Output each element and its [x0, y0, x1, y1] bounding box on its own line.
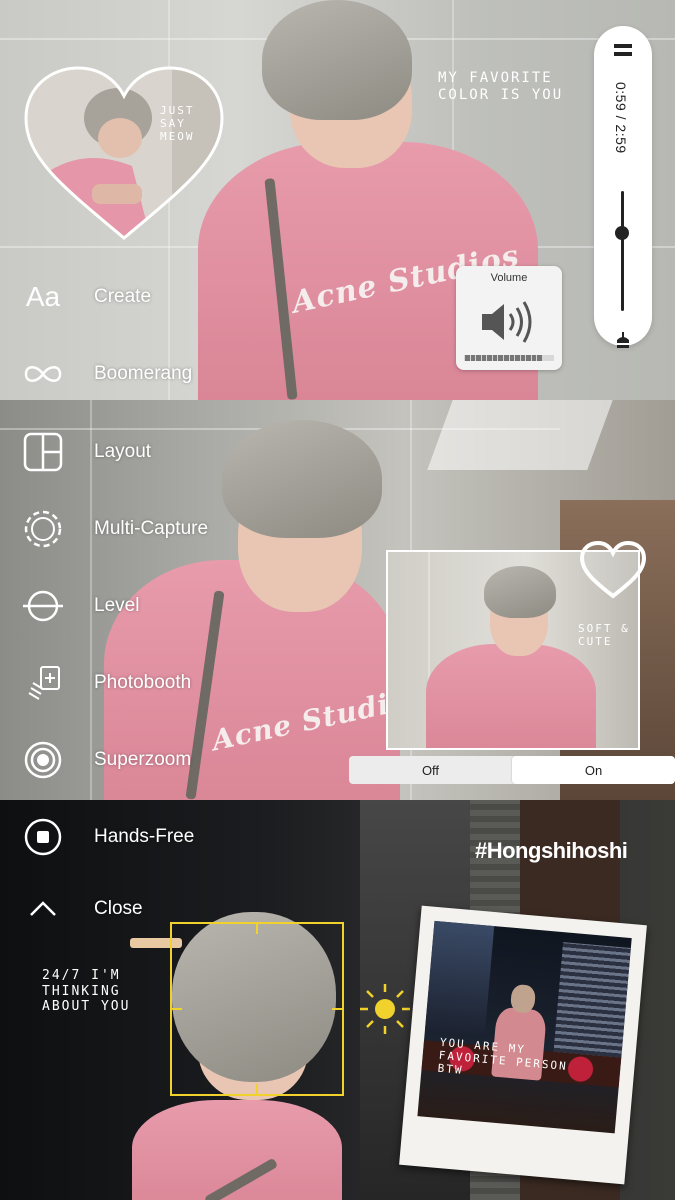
volume-segment	[526, 355, 531, 361]
music-slider-track[interactable]	[621, 191, 624, 311]
focus-tick	[172, 1008, 182, 1010]
polaroid-image: YOU ARE MY FAVORITE PERSON BTW	[417, 920, 632, 1134]
volume-title: Volume	[490, 272, 528, 284]
person-hair	[262, 0, 412, 120]
mode-multi-capture[interactable]: Multi-Capture	[22, 508, 208, 550]
mode-label: Close	[94, 898, 143, 919]
infinity-icon	[22, 353, 64, 395]
ceiling-light	[427, 400, 613, 470]
toggle-option-off[interactable]: Off	[349, 756, 512, 784]
focus-tick	[256, 1084, 258, 1094]
mode-create[interactable]: Aa Create	[22, 276, 151, 318]
volume-segment	[537, 355, 542, 361]
volume-segment	[515, 355, 520, 361]
photobooth-icon	[22, 662, 64, 704]
volume-segment	[465, 355, 470, 361]
person-hair	[222, 420, 382, 538]
volume-segment	[481, 355, 487, 361]
volume-hud: Volume	[456, 266, 562, 370]
volume-segment	[492, 355, 498, 361]
heart-photo-frame: JUST SAY MEOW	[22, 66, 226, 244]
night-skyscraper	[424, 920, 495, 1036]
volume-segment	[476, 355, 481, 361]
layout-grid-icon	[22, 431, 64, 473]
dashed-circle-icon	[22, 508, 64, 550]
focus-tick	[256, 924, 258, 934]
thinking-caption: 24/7 I'M THINKING ABOUT YOU	[42, 968, 131, 1015]
mode-label: Layout	[94, 441, 152, 462]
favorite-color-caption: MY FAVORITE COLOR IS YOU	[438, 70, 564, 103]
pause-icon[interactable]	[614, 44, 632, 58]
mode-label: Multi-Capture	[94, 518, 209, 539]
mode-label: Hands-Free	[94, 826, 195, 847]
mode-close[interactable]: Close	[22, 888, 143, 930]
toggle-option-on[interactable]: On	[512, 756, 675, 784]
volume-segment	[542, 355, 548, 361]
mode-label: Level	[94, 595, 140, 616]
volume-segment	[520, 355, 526, 361]
mode-label: Create	[94, 286, 152, 307]
person-hair	[484, 566, 556, 618]
volume-level-bar	[464, 355, 554, 361]
mode-label: Boomerang	[94, 363, 193, 384]
polaroid-photo: YOU ARE MY FAVORITE PERSON BTW	[399, 905, 647, 1185]
heart-caption: JUST SAY MEOW	[160, 104, 195, 144]
music-slider-card[interactable]: 0:59 / 2:59	[594, 26, 652, 348]
mode-layout[interactable]: Layout	[22, 431, 151, 473]
volume-segment	[548, 355, 553, 361]
volume-segment	[509, 355, 515, 361]
mode-level[interactable]: Level	[22, 585, 139, 627]
mode-label: Photobooth	[94, 672, 192, 693]
focus-box[interactable]	[170, 922, 344, 1096]
volume-segment	[531, 355, 537, 361]
mode-photobooth[interactable]: Photobooth	[22, 662, 191, 704]
chevron-up-icon	[22, 888, 64, 930]
mode-boomerang[interactable]: Boomerang	[22, 353, 192, 395]
mode-label: Superzoom	[94, 749, 192, 770]
music-slider-knob[interactable]	[615, 226, 629, 240]
heart-outline-icon	[579, 540, 647, 599]
volume-segment	[503, 355, 509, 361]
music-note-icon	[617, 332, 629, 348]
off-on-toggle[interactable]: Off On	[349, 756, 675, 784]
superzoom-icon	[22, 739, 64, 781]
focus-tick	[332, 1008, 342, 1010]
mode-hands-free[interactable]: Hands-Free	[22, 816, 194, 858]
speaker-icon	[482, 301, 532, 343]
volume-segment	[487, 355, 492, 361]
music-time: 0:59 / 2:59	[613, 82, 629, 154]
person-shirt	[426, 644, 596, 748]
record-stop-icon	[22, 816, 64, 858]
soft-cute-caption: SOFT & CUTE	[578, 622, 630, 649]
volume-segment	[470, 355, 476, 361]
mode-superzoom[interactable]: Superzoom	[22, 739, 191, 781]
tile-grout	[90, 400, 92, 800]
volume-segment	[498, 355, 503, 361]
hashtag-sticker: #Hongshihoshi	[475, 838, 628, 863]
level-icon	[22, 585, 64, 627]
aa-text: Aa	[25, 281, 61, 312]
aa-text-icon: Aa	[22, 276, 64, 318]
exposure-sun-icon[interactable]	[358, 982, 412, 1036]
